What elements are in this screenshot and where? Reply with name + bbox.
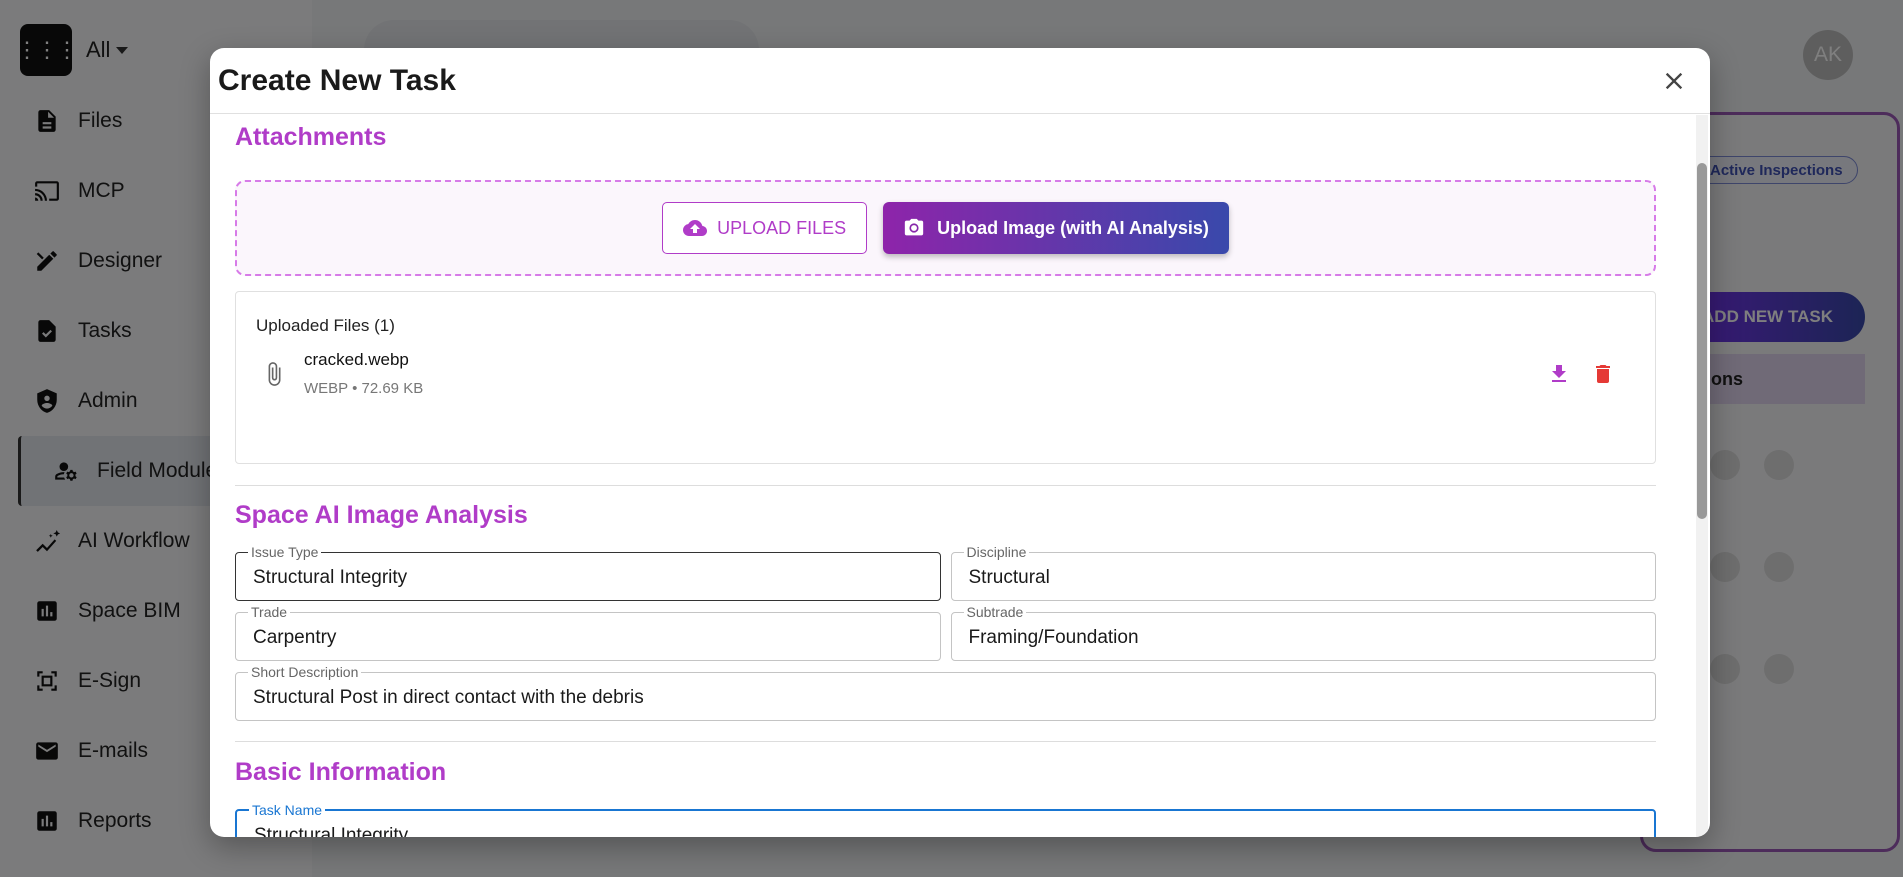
discipline-field[interactable]: Discipline Structural (950, 544, 1656, 601)
camera-icon (904, 218, 924, 236)
uploaded-files-header: Uploaded Files (1) (256, 316, 395, 335)
uploaded-files-card: Uploaded Files (1) cracked.webp WEBP • 7… (235, 291, 1656, 464)
upload-image-ai-button[interactable]: Upload Image (with AI Analysis) (883, 202, 1229, 254)
file-dropzone[interactable]: UPLOAD FILES Upload Image (with AI Analy… (235, 180, 1656, 276)
attachments-title: Attachments (235, 123, 387, 151)
task-name-input[interactable]: Task Name Structural Integrity (235, 802, 1656, 837)
trade-field[interactable]: Trade Carpentry (235, 604, 941, 661)
upload-files-button[interactable]: UPLOAD FILES (662, 202, 868, 254)
cloud-upload-icon (683, 220, 708, 236)
paperclip-icon (256, 359, 292, 389)
file-name: cracked.webp (304, 350, 409, 369)
file-meta: WEBP • 72.69 KB (304, 380, 424, 397)
close-button[interactable] (1656, 63, 1692, 99)
create-task-dialog: Create New Task Attachments UPLOAD FILES… (210, 48, 1710, 837)
issue-type-field[interactable]: Issue Type Structural Integrity (235, 544, 941, 601)
basic-information-title: Basic Information (235, 758, 447, 786)
dialog-title: Create New Task (218, 63, 456, 97)
download-icon[interactable] (1547, 362, 1571, 386)
ai-analysis-title: Space AI Image Analysis (235, 501, 528, 529)
dialog-body: Attachments UPLOAD FILES Upload Image (w… (210, 115, 1692, 837)
section-divider (235, 485, 1656, 486)
close-icon (1665, 72, 1683, 89)
subtrade-field[interactable]: Subtrade Framing/Foundation (950, 604, 1656, 661)
scrollbar-thumb[interactable] (1697, 163, 1707, 519)
file-list-item: cracked.webp WEBP • 72.69 KB (256, 350, 1635, 397)
dialog-header: Create New Task (210, 48, 1710, 114)
short-description-field[interactable]: Short Description Structural Post in dir… (235, 664, 1656, 721)
section-divider (235, 741, 1656, 742)
delete-icon[interactable] (1591, 362, 1615, 386)
